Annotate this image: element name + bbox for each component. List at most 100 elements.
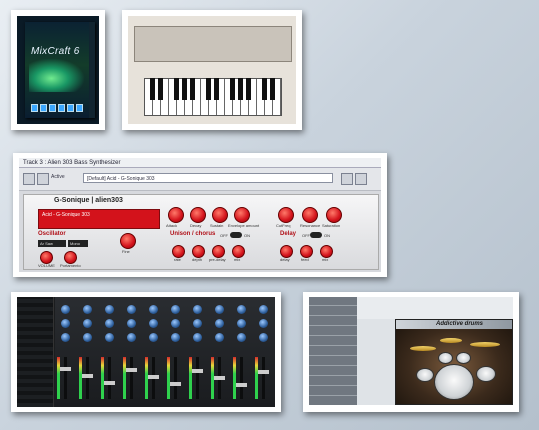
track-headers[interactable] [309,297,357,405]
product-box-image: MixCraft 6 [17,16,99,124]
black-key[interactable] [158,78,163,100]
feature-icon [67,104,74,112]
preset-combo[interactable]: [Default] Acid - G-Sonique 303 [83,173,333,183]
eq-knob[interactable] [127,319,136,328]
eq-knob[interactable] [259,305,268,314]
kick-drum[interactable] [434,364,474,400]
fine-tune-knob[interactable] [120,233,136,249]
eq-knob[interactable] [61,319,70,328]
eq-knob[interactable] [105,319,114,328]
timeline[interactable] [357,297,513,320]
cymbal[interactable] [470,342,500,347]
track-list[interactable] [17,297,54,407]
tom-drum[interactable] [456,352,471,364]
black-key[interactable] [214,78,219,100]
delay-section-title: Delay [280,231,297,237]
black-key[interactable] [206,78,211,100]
cutoff-knob[interactable] [278,207,294,223]
channel-strip [209,297,232,407]
eq-knob[interactable] [61,333,70,342]
fader-handle[interactable] [170,382,181,386]
eq-knob[interactable] [105,333,114,342]
delay-toggle[interactable] [310,232,322,238]
eq-knob[interactable] [237,305,246,314]
waveform-select[interactable]: Ar Saw [38,240,66,247]
black-key[interactable] [230,78,235,100]
eq-knob[interactable] [215,333,224,342]
eq-knob[interactable] [127,333,136,342]
fader-handle[interactable] [104,381,115,385]
mixer-thumbnail [11,292,281,412]
black-key[interactable] [246,78,251,100]
cymbal[interactable] [410,346,436,351]
fader-handle[interactable] [192,369,203,373]
fader-handle[interactable] [60,367,71,371]
eq-knob[interactable] [83,333,92,342]
drum-plugin-thumbnail: Addictive drums [303,292,519,412]
feature-icon [49,104,56,112]
eq-knob[interactable] [193,333,202,342]
eq-knob[interactable] [171,319,180,328]
eq-knob[interactable] [215,319,224,328]
power-button[interactable] [23,173,35,185]
eq-knob[interactable] [105,305,114,314]
black-key[interactable] [270,78,275,100]
decay-knob[interactable] [190,207,206,223]
sustain-label: Sustain [210,223,224,228]
synth-plugin-window: Track 3 : Alien 303 Bass Synthesizer Act… [19,158,381,272]
black-key[interactable] [238,78,243,100]
black-key[interactable] [174,78,179,100]
eq-knob[interactable] [83,319,92,328]
fader-handle[interactable] [82,374,93,378]
level-meter [233,357,236,399]
eq-knob[interactable] [259,319,268,328]
unison-mix-label: mix [234,257,241,262]
eq-knob[interactable] [193,319,202,328]
floor-tom[interactable] [476,366,496,382]
fader-handle[interactable] [148,375,159,379]
fader-handle[interactable] [236,383,247,387]
channel-strip [187,297,210,407]
mono-select[interactable]: Mono [68,240,88,247]
black-key[interactable] [262,78,267,100]
black-key[interactable] [150,78,155,100]
unison-on-label: ON [244,233,250,238]
cutoff-label: CutFreq [276,223,291,228]
eq-knob[interactable] [127,305,136,314]
eq-knob[interactable] [171,305,180,314]
attack-knob[interactable] [168,207,184,223]
eq-knob[interactable] [149,333,158,342]
fader-handle[interactable] [126,368,137,372]
saturation-knob[interactable] [326,207,342,223]
attack-label: Attack [166,223,178,228]
resonance-knob[interactable] [302,207,318,223]
eq-knob[interactable] [171,333,180,342]
fader-track [174,357,177,399]
eq-knob[interactable] [259,333,268,342]
fader-handle[interactable] [214,376,225,380]
saturation-label: Saturation [322,223,341,228]
snare-drum[interactable] [416,368,434,382]
eq-knob[interactable] [149,319,158,328]
eq-knob[interactable] [149,305,158,314]
arrange-area[interactable] [357,319,395,405]
eq-knob[interactable] [193,305,202,314]
black-key[interactable] [182,78,187,100]
bypass-checkbox[interactable] [37,173,49,185]
eq-knob[interactable] [237,333,246,342]
eq-knob[interactable] [61,305,70,314]
black-key[interactable] [190,78,195,100]
eq-knob[interactable] [83,305,92,314]
load-preset-button[interactable] [355,173,367,185]
sustain-knob[interactable] [212,207,228,223]
tom-drum[interactable] [438,352,453,364]
feature-icon [76,104,83,112]
cymbal[interactable] [440,338,462,343]
eq-knob[interactable] [215,305,224,314]
unison-toggle[interactable] [230,232,242,238]
eq-knob[interactable] [237,319,246,328]
fader-handle[interactable] [258,370,269,374]
oscillator-section-title: Oscillator [38,231,66,237]
save-preset-button[interactable] [341,173,353,185]
envelope-amount-knob[interactable] [234,207,250,223]
